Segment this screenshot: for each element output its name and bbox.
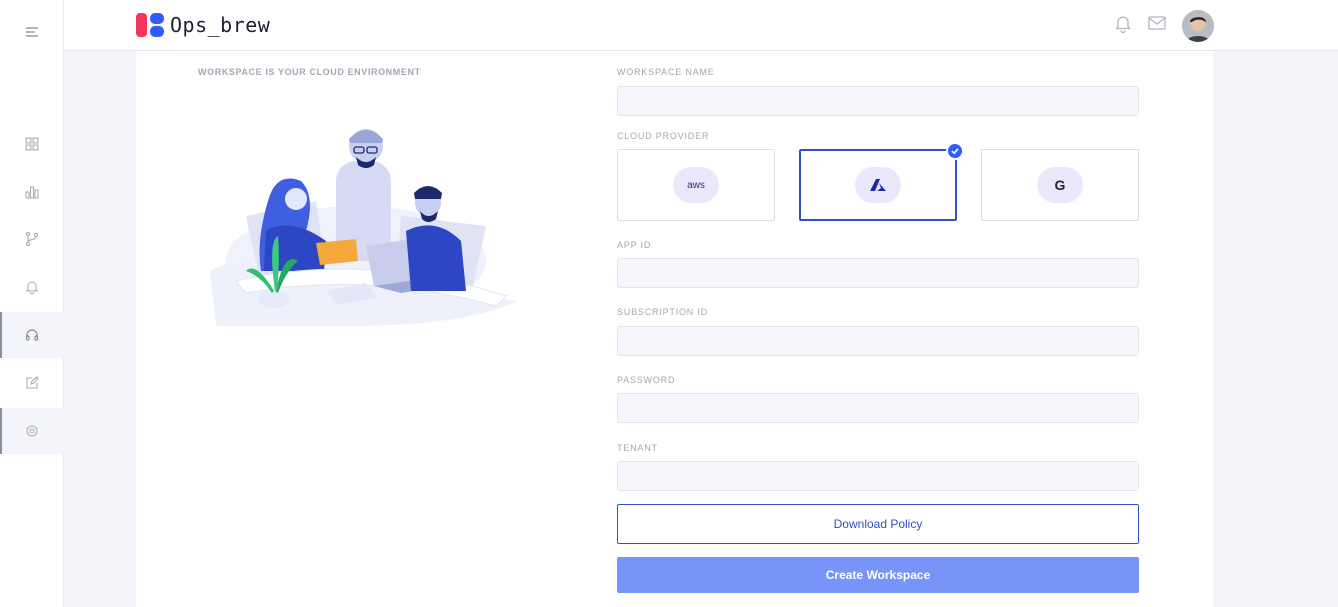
settings-icon (26, 425, 38, 437)
edit-icon (26, 376, 39, 389)
password-input[interactable] (617, 393, 1139, 423)
tenant-input[interactable] (617, 461, 1139, 491)
workspace-name-label: WORKSPACE NAME (617, 67, 715, 77)
google-icon: G (1037, 167, 1083, 203)
sidebar-menu-toggle[interactable] (0, 9, 64, 55)
tenant-label: TENANT (617, 443, 658, 453)
sidebar-item-edit[interactable] (0, 360, 64, 406)
git-branch-icon (25, 231, 39, 247)
bell-icon (25, 281, 39, 295)
grid-icon (25, 137, 39, 151)
sidebar-item-settings[interactable] (0, 408, 64, 454)
provider-option-aws[interactable]: aws (617, 149, 775, 221)
app-name: Ops_brew (170, 13, 271, 37)
azure-icon (855, 167, 901, 203)
sidebar-item-dashboard[interactable] (0, 121, 64, 167)
subscription-id-label: SUBSCRIPTION ID (617, 307, 709, 317)
bell-icon (1114, 16, 1132, 33)
avatar[interactable] (1182, 10, 1214, 42)
mail-icon (1148, 16, 1166, 30)
create-workspace-card: WORKSPACE IS YOUR CLOUD ENVIRONMENT WORK… (136, 51, 1213, 607)
app-id-input[interactable] (617, 258, 1139, 288)
topbar: Ops_brew (64, 0, 1338, 51)
sidebar-item-analytics[interactable] (0, 169, 64, 215)
sidebar (0, 0, 64, 607)
sidebar-item-support[interactable] (0, 312, 64, 358)
logo-mark-icon (136, 13, 164, 37)
workspace-name-input[interactable] (617, 86, 1139, 116)
topbar-actions (1100, 12, 1168, 34)
team-illustration (210, 129, 516, 326)
headphones-icon (25, 329, 39, 341)
aws-text: aws (687, 179, 705, 191)
menu-icon (26, 27, 38, 37)
intro-title: WORKSPACE IS YOUR CLOUD ENVIRONMENT (198, 67, 421, 77)
download-policy-button[interactable]: Download Policy (617, 504, 1139, 544)
sidebar-item-alerts[interactable] (0, 264, 64, 310)
cloud-provider-label: CLOUD PROVIDER (617, 131, 710, 141)
password-label: PASSWORD (617, 375, 676, 385)
create-workspace-button[interactable]: Create Workspace (617, 557, 1139, 593)
messages-button[interactable] (1146, 12, 1168, 34)
bar-chart-icon (25, 186, 39, 199)
sidebar-item-pipelines[interactable] (0, 216, 64, 262)
subscription-id-input[interactable] (617, 326, 1139, 356)
provider-option-gcp[interactable]: G (981, 149, 1139, 221)
app-logo[interactable]: Ops_brew (136, 13, 270, 37)
app-id-label: APP ID (617, 240, 652, 250)
notifications-button[interactable] (1112, 12, 1134, 34)
selected-check-icon (946, 142, 964, 160)
aws-icon: aws (673, 167, 719, 203)
provider-option-azure[interactable] (799, 142, 964, 221)
google-text: G (1054, 177, 1066, 193)
